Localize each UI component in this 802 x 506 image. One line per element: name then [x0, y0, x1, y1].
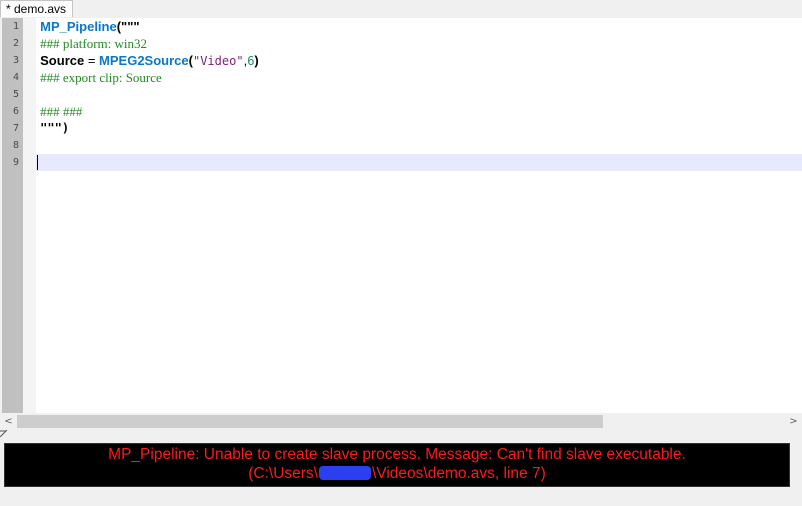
comment: ### export clip: Source — [40, 70, 162, 85]
error-path-suffix: \Videos\demo.avs, line 7) — [371, 465, 546, 482]
line-number: 6 — [12, 106, 19, 117]
scroll-right-arrow-icon[interactable]: > — [785, 413, 802, 430]
error-message-panel: MP_Pipeline: Unable to create slave proc… — [4, 443, 790, 487]
code-line-6[interactable]: ### ### — [36, 103, 802, 120]
assign-operator: = — [84, 53, 100, 68]
function-name: MPEG2Source — [99, 53, 189, 68]
scrollbar-track[interactable] — [17, 415, 785, 428]
error-message-line-2: (C:\Users\ \Videos\demo.avs, line 7) — [5, 465, 789, 483]
line-number: 7 — [12, 123, 19, 134]
line-number: 9 — [12, 157, 19, 168]
code-line-7[interactable]: """) — [36, 120, 802, 137]
avisynth-editor-window: * demo.avs 1 2 3 4 5 6 7 8 9 MP_Pipeline… — [0, 0, 802, 506]
triple-quote-open: (""" — [116, 19, 140, 34]
line-number: 8 — [12, 140, 19, 151]
horizontal-scrollbar[interactable]: < > — [0, 413, 802, 430]
triple-quote-close: """) — [40, 121, 70, 135]
line-number: 1 — [12, 21, 19, 32]
tab-bar: * demo.avs — [0, 0, 802, 18]
variable-name: Source — [40, 53, 85, 68]
code-line-1[interactable]: MP_Pipeline(""" — [36, 18, 802, 35]
code-line-4[interactable]: ### export clip: Source — [36, 69, 802, 86]
redacted-username — [318, 466, 371, 480]
fold-margin — [23, 18, 36, 413]
line-number: 3 — [12, 55, 19, 66]
function-name: MP_Pipeline — [40, 19, 117, 34]
line-number: 2 — [12, 38, 19, 49]
line-number-gutter: 1 2 3 4 5 6 7 8 9 — [2, 18, 23, 413]
line-number: 4 — [12, 72, 19, 83]
code-line-8[interactable] — [36, 137, 802, 154]
code-line-9-current[interactable] — [36, 154, 802, 171]
status-strip — [0, 487, 802, 506]
panel-splitter[interactable] — [0, 430, 802, 438]
line-number: 5 — [12, 89, 19, 100]
paren-close: ) — [254, 53, 259, 68]
error-message-line-1: MP_Pipeline: Unable to create slave proc… — [108, 446, 686, 463]
code-line-3[interactable]: Source = MPEG2Source("Video",6) — [36, 52, 802, 69]
scroll-left-arrow-icon[interactable]: < — [0, 413, 17, 430]
text-caret — [37, 155, 38, 170]
string-literal: "Video" — [192, 54, 244, 68]
tab-demo-avs[interactable]: * demo.avs — [0, 0, 74, 17]
code-line-2[interactable]: ### platform: win32 — [36, 35, 802, 52]
error-path-prefix: (C:\Users\ — [248, 465, 318, 482]
comment: ### platform: win32 — [40, 36, 148, 51]
comment: ### ### — [40, 104, 83, 119]
scrollbar-thumb[interactable] — [17, 415, 603, 428]
resize-gripper-icon[interactable] — [0, 430, 8, 438]
code-line-5[interactable] — [36, 86, 802, 103]
code-editor[interactable]: 1 2 3 4 5 6 7 8 9 MP_Pipeline(""" ### pl… — [2, 18, 802, 413]
